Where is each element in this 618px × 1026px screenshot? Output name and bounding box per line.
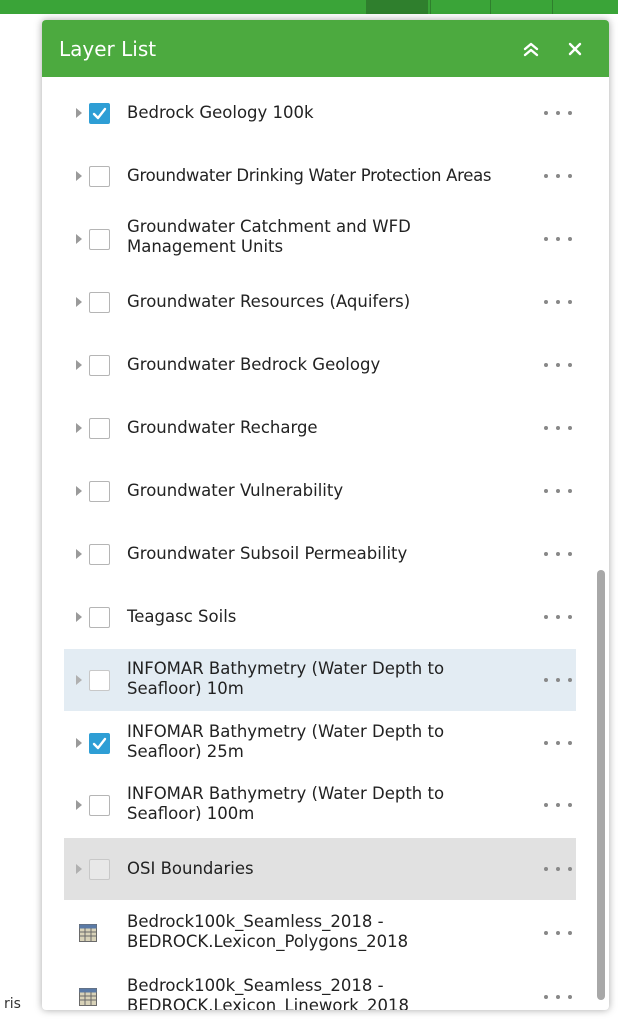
label-line: Management Units xyxy=(127,237,284,256)
expand-triangle-icon[interactable] xyxy=(74,485,84,497)
table-row[interactable]: Bedrock100k_Seamless_2018 - BEDROCK.Lexi… xyxy=(64,903,576,963)
more-options-icon[interactable] xyxy=(544,232,572,246)
label-line: Seafloor) 10m xyxy=(127,679,244,698)
layer-row[interactable]: Groundwater Recharge xyxy=(64,400,576,456)
panel-title: Layer List xyxy=(59,36,157,61)
more-options-icon[interactable] xyxy=(544,610,572,624)
more-options-icon[interactable] xyxy=(544,926,572,940)
layer-label: INFOMAR Bathymetry (Water Depth to Seafl… xyxy=(127,659,527,699)
expand-triangle-icon[interactable] xyxy=(74,863,84,875)
layer-checkbox[interactable] xyxy=(89,480,110,502)
layer-label: Teagasc Soils xyxy=(127,607,237,626)
layer-row[interactable]: Groundwater Drinking Water Protection Ar… xyxy=(64,148,576,204)
label-line: BEDROCK.Lexicon_Linework_2018 xyxy=(127,996,410,1010)
layer-label: Groundwater Resources (Aquifers) xyxy=(127,292,411,311)
table-label: Bedrock100k_Seamless_2018 - BEDROCK.Lexi… xyxy=(127,976,527,1010)
layer-label: INFOMAR Bathymetry (Water Depth to Seafl… xyxy=(127,722,527,762)
layer-row[interactable]: Groundwater Vulnerability xyxy=(64,463,576,519)
layer-row[interactable]: Groundwater Catchment and WFD Management… xyxy=(64,211,576,267)
close-icon[interactable] xyxy=(562,36,588,62)
expand-triangle-icon[interactable] xyxy=(74,233,84,245)
more-options-icon[interactable] xyxy=(544,547,572,561)
layer-label: INFOMAR Bathymetry (Water Depth to Seafl… xyxy=(127,784,527,824)
layer-label: Groundwater Catchment and WFD Management… xyxy=(127,217,527,257)
layer-checkbox[interactable] xyxy=(89,543,110,565)
layer-label: Bedrock Geology 100k xyxy=(127,103,314,122)
layer-label: Groundwater Drinking Water Protection Ar… xyxy=(127,166,492,185)
top-bar-tab[interactable] xyxy=(552,0,618,14)
layer-checkbox[interactable] xyxy=(89,165,110,187)
top-bar-active-tab[interactable] xyxy=(366,0,428,14)
layer-row[interactable]: INFOMAR Bathymetry (Water Depth to Seafl… xyxy=(64,775,576,835)
label-line: Seafloor) 100m xyxy=(127,804,255,823)
layer-checkbox[interactable] xyxy=(89,858,110,880)
layer-list: Bedrock Geology 100k Groundwater Drinkin… xyxy=(42,77,609,1010)
label-line: INFOMAR Bathymetry (Water Depth to xyxy=(127,659,445,678)
layer-list-panel: Layer List Bedrock Geology 100k Groundwa… xyxy=(42,20,609,1010)
expand-triangle-icon[interactable] xyxy=(74,799,84,811)
layer-checkbox[interactable] xyxy=(89,228,110,250)
layer-row-selected[interactable]: OSI Boundaries xyxy=(64,838,576,900)
expand-triangle-icon[interactable] xyxy=(74,674,84,686)
label-line: Bedrock100k_Seamless_2018 - xyxy=(127,976,384,995)
label-line: INFOMAR Bathymetry (Water Depth to xyxy=(127,784,445,803)
more-options-icon[interactable] xyxy=(544,736,572,750)
background-partial-text: ris xyxy=(4,996,21,1012)
layer-row[interactable]: Bedrock Geology 100k xyxy=(64,85,576,141)
label-line: Bedrock100k_Seamless_2018 - xyxy=(127,912,384,931)
more-options-icon[interactable] xyxy=(544,990,572,1004)
more-options-icon[interactable] xyxy=(544,798,572,812)
layer-row[interactable]: Teagasc Soils xyxy=(64,589,576,645)
label-line: INFOMAR Bathymetry (Water Depth to xyxy=(127,722,445,741)
app-top-bar xyxy=(0,0,618,14)
expand-triangle-icon[interactable] xyxy=(74,359,84,371)
panel-header: Layer List xyxy=(42,20,609,77)
more-options-icon[interactable] xyxy=(544,295,572,309)
table-icon xyxy=(79,988,97,1006)
more-options-icon[interactable] xyxy=(544,484,572,498)
expand-triangle-icon[interactable] xyxy=(74,107,84,119)
more-options-icon[interactable] xyxy=(544,862,572,876)
label-line: Seafloor) 25m xyxy=(127,742,244,761)
table-icon xyxy=(79,924,97,942)
table-label: Bedrock100k_Seamless_2018 - BEDROCK.Lexi… xyxy=(127,912,527,952)
layer-label: OSI Boundaries xyxy=(127,859,254,878)
layer-checkbox[interactable] xyxy=(89,354,110,376)
expand-triangle-icon[interactable] xyxy=(74,611,84,623)
top-bar-tab[interactable] xyxy=(490,0,551,14)
more-options-icon[interactable] xyxy=(544,358,572,372)
more-options-icon[interactable] xyxy=(544,169,572,183)
expand-triangle-icon[interactable] xyxy=(74,170,84,182)
layer-row[interactable]: INFOMAR Bathymetry (Water Depth to Seafl… xyxy=(64,713,576,773)
more-options-icon[interactable] xyxy=(544,421,572,435)
more-options-icon[interactable] xyxy=(544,106,572,120)
layer-label: Groundwater Recharge xyxy=(127,418,318,437)
expand-triangle-icon[interactable] xyxy=(74,737,84,749)
layer-checkbox[interactable] xyxy=(89,291,110,313)
layer-row-hovered[interactable]: INFOMAR Bathymetry (Water Depth to Seafl… xyxy=(64,649,576,711)
expand-triangle-icon[interactable] xyxy=(74,296,84,308)
label-line: BEDROCK.Lexicon_Polygons_2018 xyxy=(127,932,409,951)
scrollbar-thumb[interactable] xyxy=(597,570,605,1000)
double-chevron-up-icon[interactable] xyxy=(518,36,544,62)
layer-label: Groundwater Vulnerability xyxy=(127,481,344,500)
layer-checkbox[interactable] xyxy=(89,732,110,754)
layer-row[interactable]: Groundwater Resources (Aquifers) xyxy=(64,274,576,330)
table-row[interactable]: Bedrock100k_Seamless_2018 - BEDROCK.Lexi… xyxy=(64,967,576,1010)
layer-checkbox[interactable] xyxy=(89,417,110,439)
label-line: Groundwater Catchment and WFD xyxy=(127,217,411,236)
layer-checkbox[interactable] xyxy=(89,669,110,691)
layer-row[interactable]: Groundwater Bedrock Geology xyxy=(64,337,576,393)
layer-checkbox[interactable] xyxy=(89,794,110,816)
expand-triangle-icon[interactable] xyxy=(74,548,84,560)
layer-row[interactable]: Groundwater Subsoil Permeability xyxy=(64,526,576,582)
layer-label: Groundwater Subsoil Permeability xyxy=(127,544,408,563)
top-bar-tab[interactable] xyxy=(430,0,489,14)
layer-checkbox[interactable] xyxy=(89,102,110,124)
expand-triangle-icon[interactable] xyxy=(74,422,84,434)
layer-checkbox[interactable] xyxy=(89,606,110,628)
layer-label: Groundwater Bedrock Geology xyxy=(127,355,381,374)
more-options-icon[interactable] xyxy=(544,673,572,687)
